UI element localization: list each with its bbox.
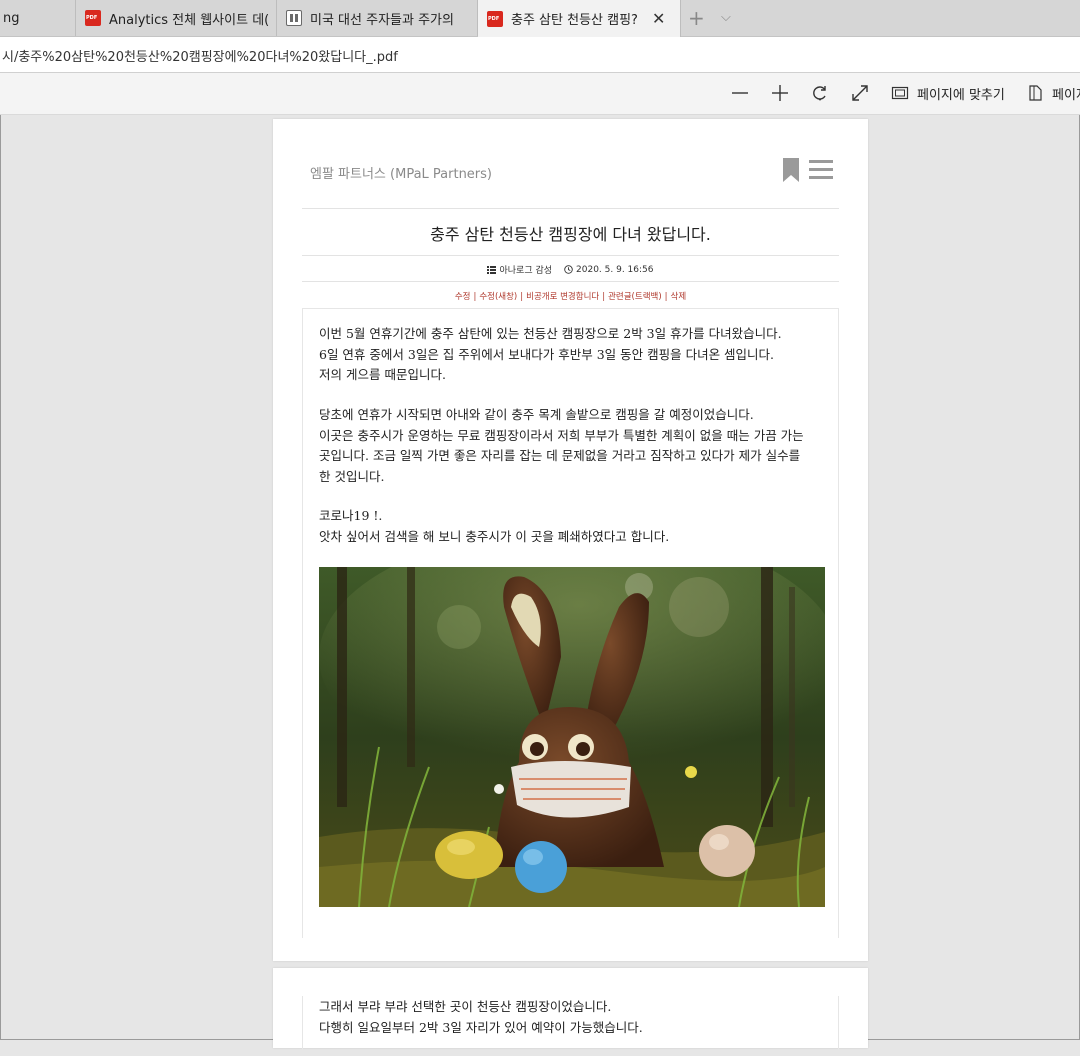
make-private-link[interactable]: 비공개로 변경합니다 [526,292,599,302]
minus-icon [732,92,748,94]
post-category[interactable]: 아나로그 감성 [499,263,552,276]
address-url[interactable]: 시/충주%20삼탄%20천등산%20캠핑장에%20다녀%20왔답니다_.pdf [2,46,398,65]
category-list-icon [487,265,497,274]
post-title: 충주 삼탄 천등산 캠핑장에 다녀 왔답니다. [430,225,711,244]
edit-link[interactable]: 수정 [455,292,471,302]
pdf-icon [487,10,503,27]
tab-partial[interactable]: ng [0,0,76,36]
fit-page-icon [891,86,909,100]
zoom-in-button[interactable] [771,81,789,105]
page-view-icon [1029,85,1042,101]
tab-strip: ng Analytics 전체 웹사이트 데( 미국 대선 주자들과 주가의 충… [0,0,1080,37]
clock-icon [564,265,573,274]
divider [302,255,839,256]
post-content: 이번 5월 연휴기간에 충주 삼탄에 있는 천등산 캠핑장으로 2박 3일 휴가… [302,308,839,938]
tab-analytics[interactable]: Analytics 전체 웹사이트 데( [76,0,277,36]
tab-label: ng [3,10,20,26]
post-date: 2020. 5. 9. 16:56 [576,264,654,275]
paragraph: 당초에 연휴가 시작되면 아내와 같이 충주 목계 솔밭으로 캠핑을 갈 예정이… [319,407,804,484]
paragraph: 그래서 부랴 부랴 선택한 곳이 천등산 캠핑장이었습니다. 다행히 일요일부터… [319,999,643,1035]
document-icon [286,10,302,26]
pdf-page-2: 그래서 부랴 부랴 선택한 곳이 천등산 캠핑장이었습니다. 다행히 일요일부터… [273,968,868,1056]
close-tab-icon[interactable]: ✕ [652,10,665,27]
post-content: 그래서 부랴 부랴 선택한 곳이 천등산 캠핑장이었습니다. 다행히 일요일부터… [302,996,839,1056]
paragraph: 이번 5월 연휴기간에 충주 삼탄에 있는 천등산 캠핑장으로 2박 3일 휴가… [319,326,782,382]
tab-election[interactable]: 미국 대선 주자들과 주가의 [277,0,478,36]
divider [302,208,839,209]
bookmark-icon[interactable] [782,158,800,182]
pdf-toolbar: 페이지에 맞추기 페이지 [0,73,1080,115]
divider [302,281,839,282]
rotate-icon [813,86,826,101]
page-view-button[interactable]: 페이지 [1026,81,1080,105]
page-view-label: 페이지 [1052,87,1080,103]
address-bar[interactable]: 시/충주%20삼탄%20천등산%20캠핑장에%20다녀%20왔답니다_.pdf [0,37,1080,73]
fullscreen-button[interactable] [851,81,869,105]
post-meta: 아나로그 감성 2020. 5. 9. 16:56 [302,263,839,276]
blog-name[interactable]: 엠팔 파트너스 (MPaL Partners) [310,163,492,182]
tab-label: 미국 대선 주자들과 주가의 [310,12,454,28]
post-photo [319,567,825,907]
expand-icon [852,85,868,101]
admin-links: 수정 | 수정(새창) | 비공개로 변경합니다 | 관련글(트랙백) | 삭제 [454,292,687,302]
fit-to-page-label: 페이지에 맞추기 [917,87,1005,103]
menu-icon[interactable] [809,159,833,181]
pdf-page-1: 엠팔 파트너스 (MPaL Partners) 충주 삼탄 천등산 캠핑장에 다… [273,119,868,961]
zoom-out-button[interactable] [731,81,749,105]
delete-link[interactable]: 삭제 [671,292,687,302]
tab-camping-active[interactable]: 충주 삼탄 천등산 캠핑? ✕ [478,0,681,37]
tab-label: Analytics 전체 웹사이트 데( [109,12,270,28]
trackback-link[interactable]: 관련글(트랙백) [608,292,662,302]
pdf-icon [85,10,101,26]
tab-label: 충주 삼탄 천등산 캠핑? [511,13,638,28]
paragraph: 코로나19 !. 앗차 싶어서 검색을 해 보니 충주시가 이 곳을 폐쇄하였다… [319,508,670,544]
edit-new-window-link[interactable]: 수정(새창) [479,292,517,302]
new-tab-button[interactable]: + [688,8,705,28]
fit-to-page-button[interactable]: 페이지에 맞추기 [891,81,1005,105]
plus-icon [772,85,788,101]
tab-menu-chevron-icon[interactable]: ⌵ [721,10,731,25]
rotate-button[interactable] [811,81,829,105]
